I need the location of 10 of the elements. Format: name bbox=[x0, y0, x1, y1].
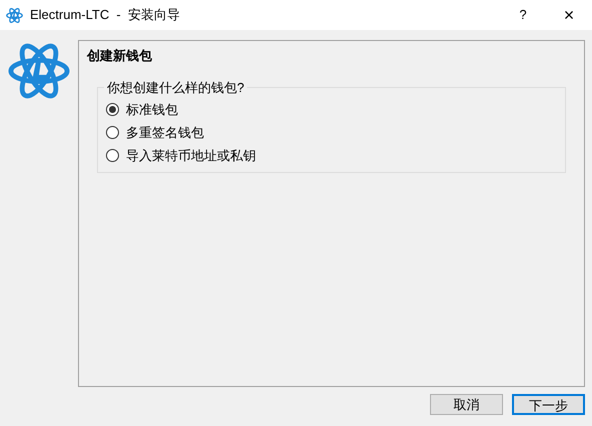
app-logo-icon bbox=[6, 6, 23, 24]
window-title: Electrum-LTC - 安装向导 bbox=[30, 6, 180, 24]
close-button[interactable]: × bbox=[546, 0, 592, 30]
cancel-button[interactable]: 取消 bbox=[430, 394, 503, 415]
wallet-type-radio[interactable]: 标准钱包 bbox=[106, 100, 178, 120]
page-heading: 创建新钱包 bbox=[87, 47, 153, 65]
wallet-type-radio[interactable]: 多重签名钱包 bbox=[106, 122, 204, 142]
help-button[interactable]: ? bbox=[500, 0, 546, 30]
next-button[interactable]: 下一步 bbox=[512, 394, 585, 415]
wallet-type-radio[interactable]: 导入莱特币地址或私钥 bbox=[106, 146, 256, 166]
